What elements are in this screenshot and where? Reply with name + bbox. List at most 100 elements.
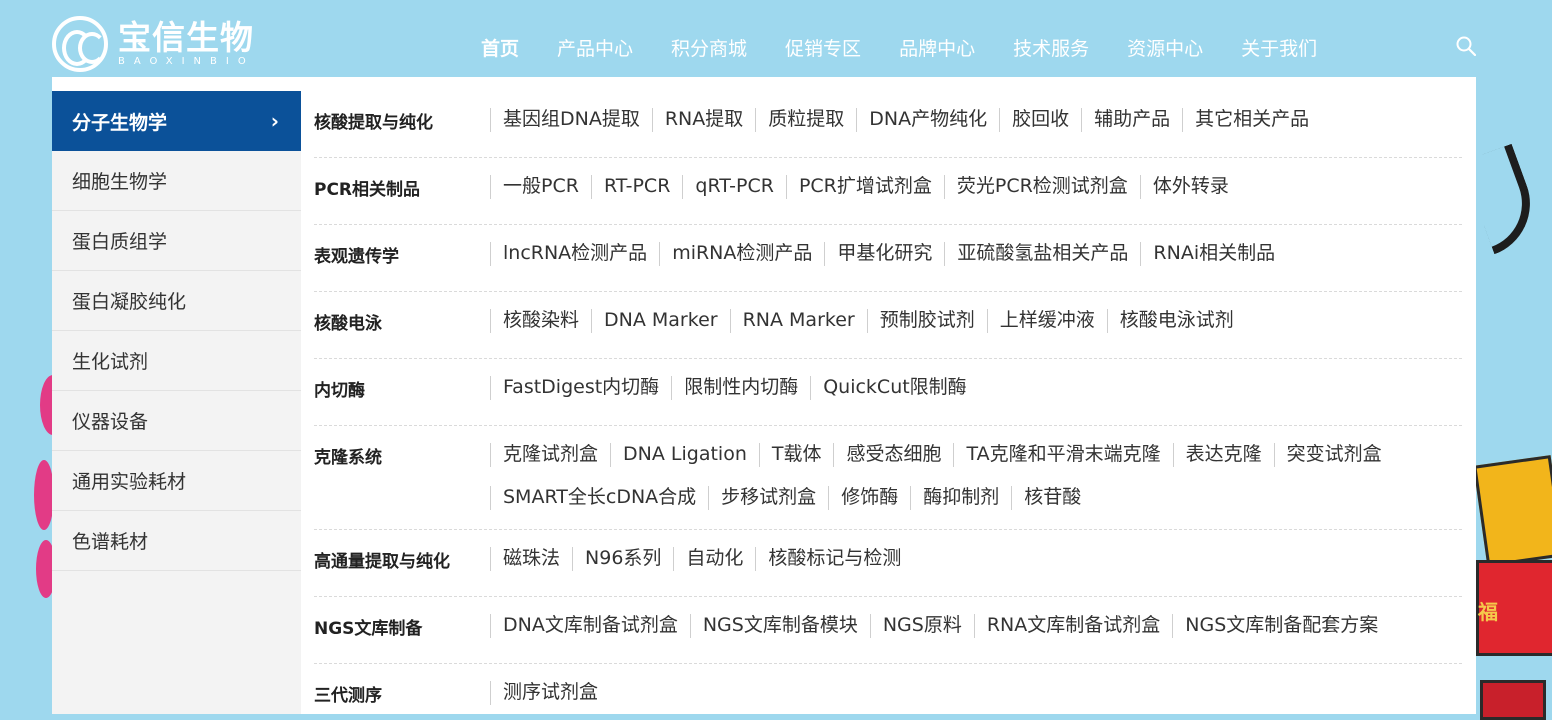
category-title[interactable]: 高通量提取与纯化 — [314, 530, 490, 596]
category-links: DNA文库制备试剂盒 NGS文库制备模块 NGS原料 RNA文库制备试剂盒 NGS文库制… — [490, 597, 1462, 663]
category-title[interactable]: 表观遗传学 — [314, 225, 490, 291]
sidebar-item[interactable]: 通用实验耗材 — [52, 451, 301, 511]
subcategory-link[interactable]: 核酸电泳试剂 — [1106, 309, 1246, 333]
nav-item-0[interactable]: 首页 — [481, 34, 519, 61]
category-row: 三代测序 测序试剂盒 — [314, 664, 1462, 714]
subcategory-link[interactable]: RT-PCR — [590, 175, 682, 199]
subcategory-link[interactable]: DNA Marker — [591, 309, 730, 333]
subcategory-link[interactable]: 甲基化研究 — [824, 242, 944, 266]
subcategory-link[interactable]: NGS原料 — [869, 614, 974, 638]
category-links: 一般PCR RT-PCR qRT-PCR PCR扩增试剂盒 荧光PCR检测试剂盒 体外转录 — [490, 158, 1462, 224]
subcategory-link[interactable]: 测序试剂盒 — [490, 681, 610, 705]
subcategory-link[interactable]: RNA提取 — [651, 108, 755, 132]
subcategory-link[interactable]: 突变试剂盒 — [1273, 443, 1394, 467]
sidebar-item-label: 蛋白凝胶纯化 — [72, 291, 187, 313]
category-title[interactable]: 核酸电泳 — [314, 292, 490, 358]
nav-item-2[interactable]: 积分商城 — [671, 34, 747, 61]
subcategory-link[interactable]: 核酸染料 — [490, 309, 591, 333]
sidebar-item[interactable]: 色谱耗材 — [52, 511, 301, 571]
category-links: lncRNA检测产品 miRNA检测产品 甲基化研究 亚硫酸氢盐相关产品 RNAi相关制… — [490, 225, 1462, 291]
subcategory-link[interactable]: QuickCut限制酶 — [810, 376, 978, 400]
category-links: 磁珠法 N96系列 自动化 核酸标记与检测 — [490, 530, 1462, 596]
sidebar-item[interactable]: 生化试剂 — [52, 331, 301, 391]
subcategory-link[interactable]: DNA文库制备试剂盒 — [490, 614, 690, 638]
subcategory-link[interactable]: 磁珠法 — [490, 547, 572, 571]
nav-item-7[interactable]: 关于我们 — [1241, 34, 1317, 61]
sidebar-item[interactable]: 蛋白凝胶纯化 — [52, 271, 301, 331]
subcategory-link[interactable]: 酶抑制剂 — [910, 486, 1011, 510]
subcategory-link[interactable]: PCR扩增试剂盒 — [785, 175, 944, 199]
sidebar-item[interactable]: 细胞生物学 — [52, 151, 301, 211]
category-row: 内切酶 FastDigest内切酶 限制性内切酶 QuickCut限制酶 — [314, 359, 1462, 426]
subcategory-link[interactable]: 步移试剂盒 — [708, 486, 828, 510]
category-title[interactable]: 内切酶 — [314, 359, 490, 425]
category-row: PCR相关制品 一般PCR RT-PCR qRT-PCR PCR扩增试剂盒 荧光PCR检测… — [314, 158, 1462, 225]
subcategory-link[interactable]: NGS文库制备模块 — [689, 614, 870, 638]
subcategory-link[interactable]: RNAi相关制品 — [1140, 242, 1287, 266]
subcategory-link[interactable]: qRT-PCR — [682, 175, 786, 199]
subcategory-link[interactable]: 质粒提取 — [755, 108, 856, 132]
subcategory-link[interactable]: 上样缓冲液 — [986, 309, 1107, 333]
search-icon[interactable] — [1456, 36, 1476, 56]
subcategory-link[interactable]: 亚硫酸氢盐相关产品 — [944, 242, 1140, 266]
category-links: 克隆试剂盒 DNA Ligation T载体 感受态细胞 TA克隆和平滑末端克隆 表达克隆… — [490, 426, 1462, 529]
category-row: 高通量提取与纯化 磁珠法 N96系列 自动化 核酸标记与检测 — [314, 530, 1462, 597]
category-title[interactable]: NGS文库制备 — [314, 597, 490, 663]
category-title[interactable]: 克隆系统 — [314, 426, 490, 529]
subcategory-link[interactable]: lncRNA检测产品 — [490, 242, 659, 266]
subcategory-link[interactable]: 限制性内切酶 — [671, 376, 810, 400]
subcategory-link[interactable]: 感受态细胞 — [833, 443, 953, 467]
subcategory-link[interactable]: miRNA检测产品 — [659, 242, 824, 266]
category-row: 核酸电泳 核酸染料 DNA Marker RNA Marker 预制胶试剂 上样缓冲液 核酸… — [314, 292, 1462, 359]
subcategory-link[interactable]: 体外转录 — [1139, 175, 1241, 199]
sidebar-item[interactable]: 分子生物学 › — [52, 91, 301, 151]
sidebar-item-label: 细胞生物学 — [72, 171, 168, 193]
subcategory-link[interactable]: TA克隆和平滑末端克隆 — [953, 443, 1172, 467]
category-title[interactable]: PCR相关制品 — [314, 158, 490, 224]
subcategory-link[interactable]: T载体 — [758, 443, 834, 467]
subcategory-link[interactable]: 荧光PCR检测试剂盒 — [943, 175, 1140, 199]
category-links: FastDigest内切酶 限制性内切酶 QuickCut限制酶 — [490, 359, 1462, 425]
subcategory-link[interactable]: 核苷酸 — [1011, 486, 1093, 510]
category-title[interactable]: 核酸提取与纯化 — [314, 91, 490, 157]
subcategory-link[interactable]: 预制胶试剂 — [866, 309, 987, 333]
subcategory-link[interactable]: RNA Marker — [729, 309, 867, 333]
sidebar-item-label: 蛋白质组学 — [72, 231, 168, 253]
sidebar-item-label: 色谱耗材 — [72, 531, 149, 553]
sidebar-item-label: 分子生物学 — [72, 111, 168, 134]
subcategory-link[interactable]: SMART全长cDNA合成 — [490, 486, 708, 510]
decor-gift — [1480, 680, 1546, 720]
category-row: 表观遗传学 lncRNA检测产品 miRNA检测产品 甲基化研究 亚硫酸氢盐相关产品 RN… — [314, 225, 1462, 292]
nav-item-6[interactable]: 资源中心 — [1127, 34, 1203, 61]
subcategory-link[interactable]: NGS文库制备配套方案 — [1172, 614, 1390, 638]
category-title[interactable]: 三代测序 — [314, 664, 490, 714]
category-row: 核酸提取与纯化 基因组DNA提取 RNA提取 质粒提取 DNA产物纯化 胶回收 辅助产品 其它… — [314, 91, 1462, 158]
subcategory-link[interactable]: 核酸标记与检测 — [755, 547, 913, 571]
subcategory-link[interactable]: 基因组DNA提取 — [490, 108, 652, 132]
subcategory-link[interactable]: 表达克隆 — [1172, 443, 1274, 467]
nav-item-4[interactable]: 品牌中心 — [899, 34, 975, 61]
subcategory-link[interactable]: DNA Ligation — [610, 443, 759, 467]
subcategory-link[interactable]: 修饰酶 — [828, 486, 910, 510]
nav-item-5[interactable]: 技术服务 — [1013, 34, 1089, 61]
nav-item-1[interactable]: 产品中心 — [557, 34, 633, 61]
category-links: 测序试剂盒 — [490, 664, 1462, 714]
category-row: NGS文库制备 DNA文库制备试剂盒 NGS文库制备模块 NGS原料 RNA文库制备试剂… — [314, 597, 1462, 664]
category-row: 克隆系统 克隆试剂盒 DNA Ligation T载体 感受态细胞 TA克隆和平滑末端克隆… — [314, 426, 1462, 530]
category-links: 基因组DNA提取 RNA提取 质粒提取 DNA产物纯化 胶回收 辅助产品 其它相关产品 — [490, 91, 1462, 157]
subcategory-content: 核酸提取与纯化 基因组DNA提取 RNA提取 质粒提取 DNA产物纯化 胶回收 辅助产品 其它… — [314, 91, 1462, 714]
subcategory-link[interactable]: 自动化 — [673, 547, 755, 571]
subcategory-link[interactable]: 其它相关产品 — [1182, 108, 1321, 132]
subcategory-link[interactable]: FastDigest内切酶 — [490, 376, 671, 400]
subcategory-link[interactable]: RNA文库制备试剂盒 — [973, 614, 1172, 638]
sidebar-item[interactable]: 蛋白质组学 — [52, 211, 301, 271]
sidebar-item[interactable]: 仪器设备 — [52, 391, 301, 451]
subcategory-link[interactable]: DNA产物纯化 — [856, 108, 999, 132]
subcategory-link[interactable]: 胶回收 — [999, 108, 1081, 132]
subcategory-link[interactable]: 辅助产品 — [1081, 108, 1182, 132]
nav-item-3[interactable]: 促销专区 — [785, 34, 861, 61]
subcategory-link[interactable]: 克隆试剂盒 — [490, 443, 610, 467]
logo[interactable]: 宝信生物 BAOXINBIO — [52, 16, 255, 72]
subcategory-link[interactable]: N96系列 — [572, 547, 673, 571]
subcategory-link[interactable]: 一般PCR — [490, 175, 591, 199]
